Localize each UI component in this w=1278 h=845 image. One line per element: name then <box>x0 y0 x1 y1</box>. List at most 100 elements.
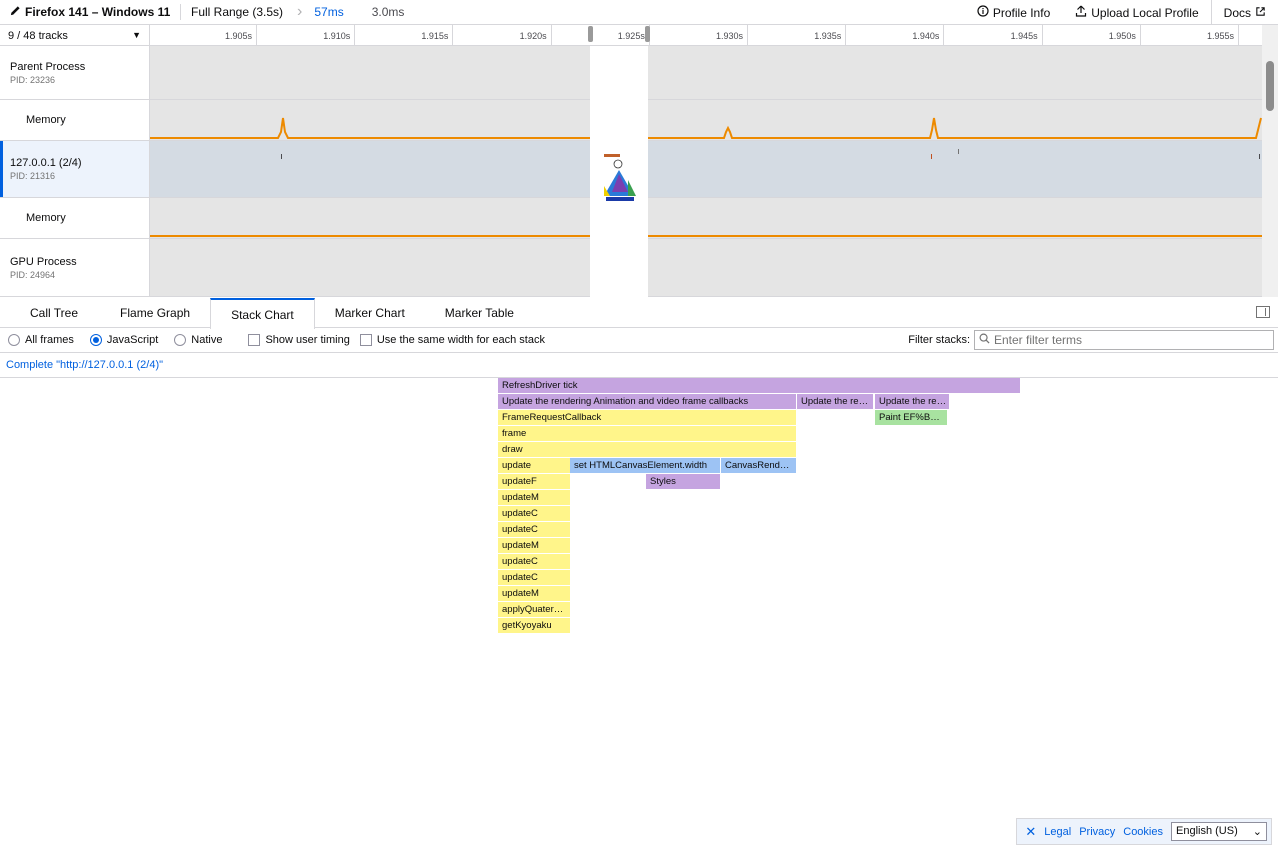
stack-frame[interactable]: updateM <box>498 538 570 553</box>
activity-markers <box>281 149 1260 159</box>
timeline-selection[interactable] <box>588 26 650 297</box>
stack-frame[interactable]: updateM <box>498 586 570 601</box>
tab-stack-chart[interactable]: Stack Chart <box>210 298 315 329</box>
javascript-radio[interactable]: JavaScript <box>89 334 159 346</box>
stack-frame[interactable]: updateC <box>498 506 570 521</box>
close-icon[interactable]: ✕ <box>1025 824 1036 840</box>
docs-label: Docs <box>1223 5 1251 20</box>
stack-frame[interactable]: updateC <box>498 522 570 537</box>
stack-frame[interactable]: set HTMLCanvasElement.width <box>570 458 720 473</box>
stack-frame[interactable]: frame <box>498 426 796 441</box>
stack-frame[interactable]: updateC <box>498 554 570 569</box>
radio-circle-checked[interactable] <box>89 334 102 346</box>
track-label[interactable]: Memory <box>0 198 150 238</box>
radio-label: JavaScript <box>106 334 159 346</box>
stack-frame[interactable]: FrameRequestCallback <box>498 410 796 425</box>
stack-chart[interactable]: RefreshDriver tick Update the rendering … <box>0 378 1278 845</box>
stack-frame[interactable]: Update the rendering Animation and video… <box>498 394 796 409</box>
info-icon <box>977 5 989 20</box>
checkbox-box[interactable] <box>248 334 261 346</box>
breadcrumb-complete[interactable]: Complete "http://127.0.0.1 (2/4)" <box>6 359 163 371</box>
all-frames-radio[interactable]: All frames <box>8 334 74 346</box>
footer-links: ✕ Legal Privacy Cookies English (US) ⌄ <box>1016 818 1272 845</box>
filter-input[interactable]: Enter filter terms <box>974 330 1274 350</box>
ruler-tick-label: 1.925s <box>617 31 645 41</box>
tab-call-tree[interactable]: Call Tree <box>0 298 100 328</box>
radio-label: Native <box>191 334 223 346</box>
stack-frame[interactable]: getKyoyaku <box>498 618 570 633</box>
checkbox-box[interactable] <box>359 334 372 346</box>
stack-chart-settings: All frames JavaScript Native Show user t… <box>0 328 1278 353</box>
track-label[interactable]: GPU Process PID: 24964 <box>0 239 150 296</box>
stack-frame[interactable]: updateC <box>498 570 570 585</box>
memory-graph[interactable] <box>150 198 1262 238</box>
ruler-tick-label: 1.920s <box>519 31 547 41</box>
memory-line-chart <box>150 117 1262 139</box>
sidebar-toggle-icon[interactable] <box>1256 306 1270 318</box>
selection-handle-left[interactable] <box>588 26 593 42</box>
profile-name-button[interactable]: Firefox 141 – Windows 11 <box>0 5 180 19</box>
language-select[interactable]: English (US) ⌄ <box>1171 822 1267 841</box>
track-name: GPU Process <box>10 255 77 268</box>
stack-frame[interactable]: updateM <box>498 490 570 505</box>
ruler-tick <box>845 25 847 46</box>
track-graph[interactable] <box>150 239 1262 296</box>
ruler-tick <box>550 25 552 46</box>
tab-flame-graph[interactable]: Flame Graph <box>100 298 210 328</box>
profile-info-button[interactable]: Profile Info <box>964 0 1062 25</box>
ruler-tick <box>747 25 748 46</box>
stack-frame[interactable]: Update the re… <box>797 394 873 409</box>
stack-frame[interactable]: Paint EF%B… <box>875 410 947 425</box>
docs-button[interactable]: Docs <box>1210 0 1278 25</box>
breadcrumb-selected-range[interactable]: 57ms <box>314 5 343 19</box>
track-name: 127.0.0.1 (2/4) <box>10 157 82 169</box>
same-width-checkbox[interactable]: Use the same width for each stack <box>359 334 545 346</box>
show-user-timing-checkbox[interactable]: Show user timing <box>248 334 350 346</box>
filter-placeholder: Enter filter terms <box>994 333 1083 347</box>
stack-frame[interactable]: Styles <box>646 474 720 489</box>
timeline-scrollbar[interactable] <box>1262 25 1278 297</box>
radio-circle[interactable] <box>8 334 20 346</box>
ruler-tick <box>1139 25 1141 46</box>
track-pid: PID: 24964 <box>10 269 56 280</box>
external-link-icon <box>1255 6 1266 20</box>
memory-graph[interactable] <box>150 100 1262 140</box>
upload-button[interactable]: Upload Local Profile <box>1062 0 1210 25</box>
ruler-tick-label: 1.955s <box>1207 31 1235 41</box>
activity-graph[interactable] <box>150 141 1262 197</box>
screenshot-thumbnail <box>604 154 636 201</box>
stack-frame[interactable]: Update the re… <box>875 394 949 409</box>
stack-frame[interactable]: draw <box>498 442 796 457</box>
profile-name: Firefox 141 – Windows 11 <box>25 5 171 19</box>
cookies-link[interactable]: Cookies <box>1123 826 1163 838</box>
track-count: 9 / 48 tracks <box>8 29 68 42</box>
stack-frame[interactable]: updateF <box>498 474 570 489</box>
privacy-link[interactable]: Privacy <box>1079 826 1115 838</box>
tab-marker-chart[interactable]: Marker Chart <box>315 298 425 328</box>
legal-link[interactable]: Legal <box>1044 826 1071 838</box>
track-label[interactable]: Memory <box>0 100 150 140</box>
radio-circle[interactable] <box>174 334 187 346</box>
breadcrumb-full-range[interactable]: Full Range (3.5s) <box>191 5 283 19</box>
native-radio[interactable]: Native <box>174 334 222 346</box>
track-graph[interactable] <box>150 46 1262 99</box>
stack-frame[interactable]: RefreshDriver tick <box>498 378 1020 393</box>
pencil-icon <box>10 5 21 19</box>
stack-frame[interactable]: applyQuater… <box>498 602 570 617</box>
track-count-button[interactable]: 9 / 48 tracks ▼ <box>0 25 150 46</box>
ruler-tick-label: 1.910s <box>323 31 351 41</box>
selection-handle-right[interactable] <box>645 26 650 42</box>
track-label[interactable]: Parent Process PID: 23236 <box>0 46 150 99</box>
timeline-ruler: 9 / 48 tracks ▼ 1.905s 1.910s 1.915s 1.920s… <box>0 25 1262 46</box>
ruler-tick-label: 1.930s <box>716 31 744 41</box>
committed-range-breadcrumb: Complete "http://127.0.0.1 (2/4)" <box>0 353 1278 378</box>
stack-frame[interactable]: CanvasRend… <box>721 458 796 473</box>
ruler-tick-label: 1.940s <box>912 31 940 41</box>
timeline: 9 / 48 tracks ▼ 1.905s 1.910s 1.915s 1.920s… <box>0 25 1278 297</box>
scrollbar-thumb[interactable] <box>1266 61 1274 111</box>
divider <box>180 4 181 20</box>
stack-frame[interactable]: update <box>498 458 570 473</box>
track-label[interactable]: 127.0.0.1 (2/4) PID: 21316 <box>0 141 150 197</box>
tab-marker-table[interactable]: Marker Table <box>425 298 534 328</box>
ruler-tick <box>256 25 257 46</box>
